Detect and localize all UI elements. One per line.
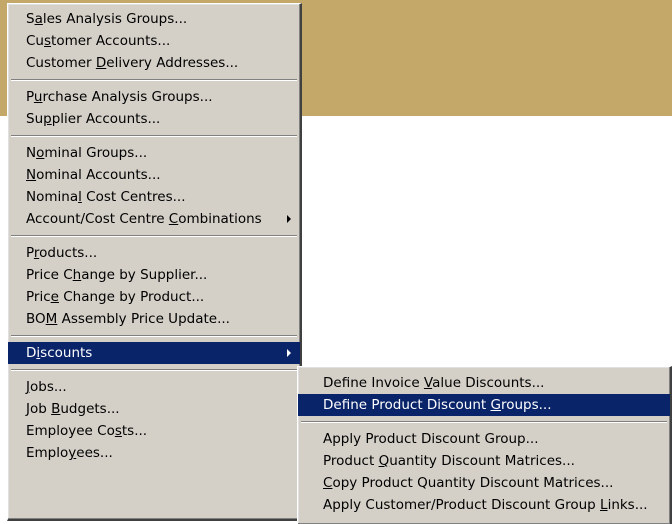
menu-item-sales-analysis-groups[interactable]: Sales Analysis Groups... [8,8,300,30]
submenu-item-define-product-discount-groups[interactable]: Define Product Discount Groups... [298,394,670,416]
menu-item-discounts[interactable]: Discounts [8,342,300,364]
menu-separator [301,421,667,423]
menu-item-nominal-groups[interactable]: Nominal Groups... [8,142,300,164]
menu-item-nominal-cost-centres[interactable]: Nominal Cost Centres... [8,186,300,208]
menu-item-supplier-accounts[interactable]: Supplier Accounts... [8,108,300,130]
menu-item-price-change-by-product[interactable]: Price Change by Product... [8,286,300,308]
setup-menu: Sales Analysis Groups... Customer Accoun… [7,3,302,521]
menu-separator [11,135,297,137]
menu-item-employees[interactable]: Employees... [8,442,300,464]
menu-separator [11,235,297,237]
menu-separator [11,335,297,337]
submenu-item-copy-product-quantity-discount-matrices[interactable]: Copy Product Quantity Discount Matrices.… [298,472,670,494]
menu-item-job-budgets[interactable]: Job Budgets... [8,398,300,420]
submenu-item-product-quantity-discount-matrices[interactable]: Product Quantity Discount Matrices... [298,450,670,472]
menu-separator [11,369,297,371]
submenu-item-apply-product-discount-group[interactable]: Apply Product Discount Group... [298,428,670,450]
submenu-arrow-icon [287,215,291,223]
menu-item-customer-accounts[interactable]: Customer Accounts... [8,30,300,52]
discounts-submenu: Define Invoice Value Discounts... Define… [297,366,672,524]
menu-item-price-change-by-supplier[interactable]: Price Change by Supplier... [8,264,300,286]
menu-item-nominal-accounts[interactable]: Nominal Accounts... [8,164,300,186]
submenu-item-define-invoice-value-discounts[interactable]: Define Invoice Value Discounts... [298,372,670,394]
submenu-arrow-icon [287,349,291,357]
menu-item-bom-assembly-price-update[interactable]: BOM Assembly Price Update... [8,308,300,330]
menu-item-employee-costs[interactable]: Employee Costs... [8,420,300,442]
menu-item-account-cost-centre-combinations[interactable]: Account/Cost Centre Combinations [8,208,300,230]
menu-item-customer-delivery-addresses[interactable]: Customer Delivery Addresses... [8,52,300,74]
menu-item-jobs[interactable]: Jobs... [8,376,300,398]
menu-item-purchase-analysis-groups[interactable]: Purchase Analysis Groups... [8,86,300,108]
submenu-item-apply-customer-product-discount-group-links[interactable]: Apply Customer/Product Discount Group Li… [298,494,670,516]
menu-item-products[interactable]: Products... [8,242,300,264]
menu-separator [11,79,297,81]
